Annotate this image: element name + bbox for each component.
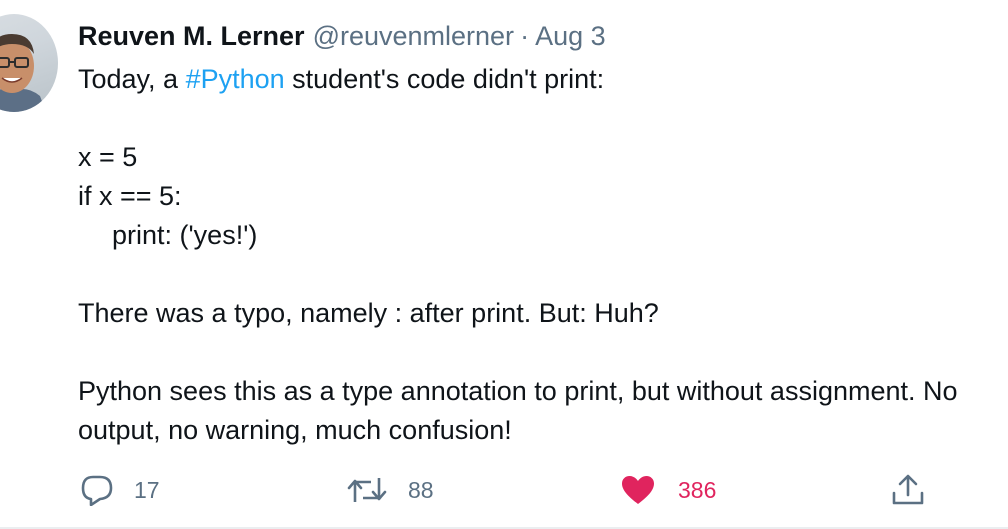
retweet-icon: [346, 474, 388, 506]
like-button[interactable]: 386: [620, 470, 716, 510]
retweet-count: 88: [408, 476, 434, 503]
author-name[interactable]: Reuven M. Lerner: [78, 21, 305, 51]
header-separator: ·: [520, 21, 530, 51]
reply-button[interactable]: 17: [80, 470, 160, 510]
text-line-intro: Today, a #Python student's code didn't p…: [78, 60, 1008, 99]
tweet[interactable]: Reuven M. Lerner @reuvenmlerner · Aug 3 Tod…: [0, 0, 1008, 529]
intro-prefix: Today, a: [78, 64, 186, 94]
text-line-explain-2: output, no warning, much confusion!: [78, 415, 512, 445]
tweet-text: Today, a #Python student's code didn't p…: [78, 60, 1008, 450]
reply-count: 17: [134, 476, 160, 503]
avatar[interactable]: [0, 14, 58, 112]
retweet-button[interactable]: 88: [346, 470, 434, 510]
tweet-date[interactable]: Aug 3: [535, 21, 606, 51]
heart-icon: [620, 474, 656, 506]
code-line-1: x = 5: [78, 142, 138, 172]
author-handle[interactable]: @reuvenmlerner: [313, 21, 515, 51]
reply-icon: [80, 474, 114, 506]
code-line-3: print: ('yes!'): [112, 220, 258, 250]
tweet-header: Reuven M. Lerner @reuvenmlerner · Aug 3: [78, 18, 606, 54]
text-line-explain-1: Python sees this as a type annotation to…: [78, 376, 958, 406]
text-line-typo: There was a typo, namely : after print. …: [78, 298, 659, 328]
like-count: 386: [678, 476, 717, 503]
code-line-2: if x == 5:: [78, 181, 182, 211]
share-icon: [890, 473, 926, 507]
intro-suffix: student's code didn't print:: [284, 64, 605, 94]
hashtag-link[interactable]: #Python: [186, 64, 285, 94]
tweet-actions: 17 88 386: [0, 470, 1008, 510]
share-button[interactable]: [890, 470, 926, 510]
